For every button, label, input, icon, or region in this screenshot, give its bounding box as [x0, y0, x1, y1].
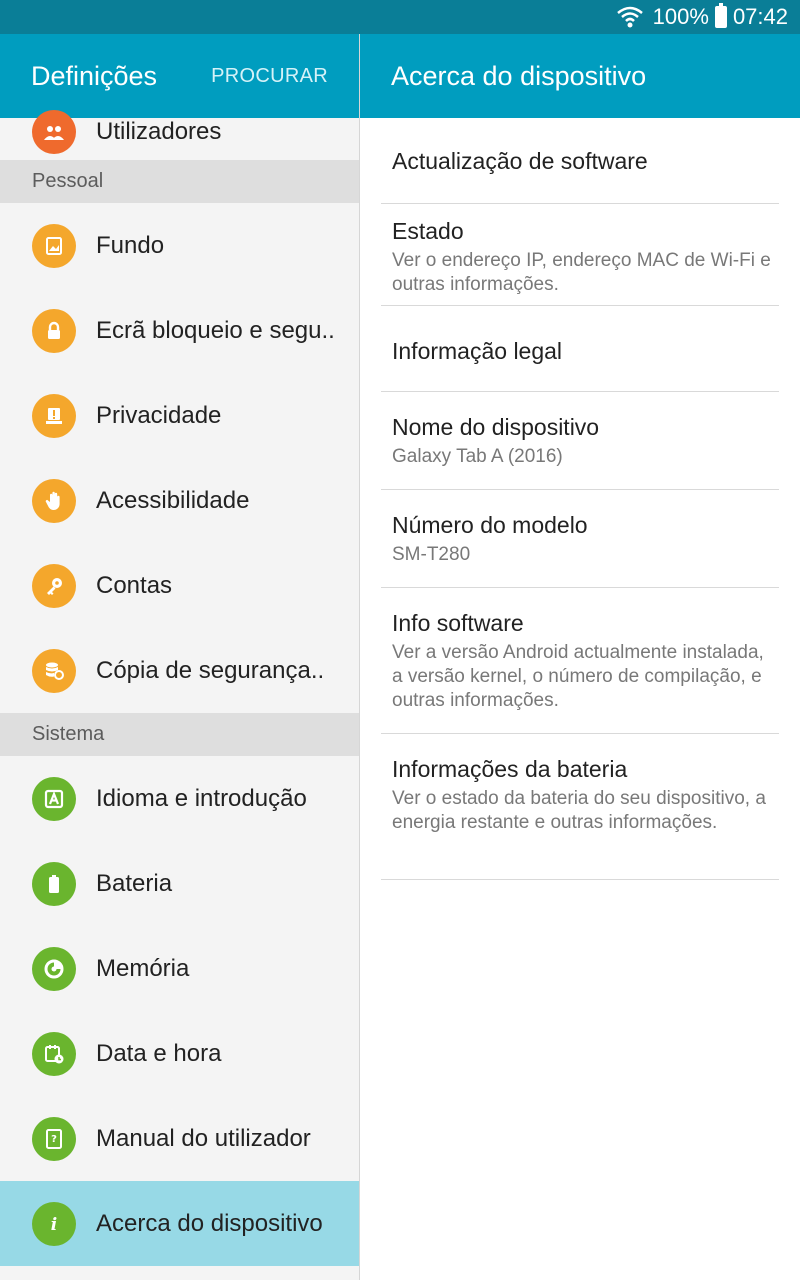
calendar-clock-icon: [32, 1031, 76, 1076]
svg-text:?: ?: [51, 1134, 57, 1145]
row-battery-info[interactable]: Informações da bateria Ver o estado da b…: [381, 734, 779, 880]
menu-label: Memória: [96, 954, 190, 982]
wallpaper-icon: [32, 223, 76, 268]
row-subtitle: SM-T280: [392, 544, 471, 565]
hand-icon: [32, 478, 76, 523]
settings-menu-pane: Definições PROCURAR Utilizadores Pessoal…: [0, 34, 359, 1280]
row-title: Informações da bateria: [392, 756, 628, 782]
menu-label: Ecrã bloqueio e segu..: [96, 316, 335, 344]
battery-status-icon: [714, 3, 727, 28]
users-icon: [32, 110, 76, 154]
menu-label: Privacidade: [96, 401, 222, 429]
menu-label: Utilizadores: [96, 118, 222, 145]
row-subtitle: Ver a versão Android actualmente instala…: [392, 642, 764, 711]
lock-icon: [32, 308, 76, 353]
menu-item-memoria[interactable]: Memória: [0, 926, 359, 1011]
row-subtitle: Ver o endereço IP, endereço MAC de Wi-Fi…: [392, 250, 771, 295]
menu-label: Manual do utilizador: [96, 1124, 311, 1152]
privacy-icon: [32, 393, 76, 438]
section-header-sistema: Sistema: [0, 713, 359, 756]
menu-item-manual[interactable]: ? Manual do utilizador: [0, 1096, 359, 1181]
menu-label: Fundo: [96, 231, 165, 259]
battery-percent: 100%: [652, 4, 709, 29]
menu-label: Acerca do dispositivo: [96, 1209, 323, 1237]
row-estado[interactable]: Estado Ver o endereço IP, endereço MAC d…: [381, 204, 779, 306]
menu-label: Cópia de segurança..: [96, 656, 325, 684]
section-header-pessoal: Pessoal: [0, 160, 359, 203]
row-title: Informação legal: [392, 338, 563, 364]
menu-item-utilizadores[interactable]: Utilizadores: [0, 104, 359, 160]
detail-header: Acerca do dispositivo: [360, 34, 800, 118]
row-subtitle: Ver o estado da bateria do seu dispositi…: [392, 788, 766, 833]
menu-item-acessibilidade[interactable]: Acessibilidade: [0, 458, 359, 543]
language-icon: [32, 776, 76, 821]
row-legal-info[interactable]: Informação legal: [381, 306, 779, 392]
row-model-number[interactable]: Número do modelo SM-T280: [381, 490, 779, 588]
menu-label: Acessibilidade: [96, 486, 250, 514]
menu-item-lock-screen[interactable]: Ecrã bloqueio e segu..: [0, 288, 359, 373]
menu-label: Bateria: [96, 869, 173, 897]
menu-item-bateria[interactable]: Bateria: [0, 841, 359, 926]
row-title: Info software: [392, 610, 524, 636]
search-button[interactable]: PROCURAR: [211, 65, 328, 88]
menu-item-privacidade[interactable]: Privacidade: [0, 373, 359, 458]
row-device-name[interactable]: Nome do dispositivo Galaxy Tab A (2016): [381, 392, 779, 490]
manual-icon: ?: [32, 1116, 76, 1161]
menu-item-contas[interactable]: Contas: [0, 543, 359, 628]
row-title: Nome do dispositivo: [392, 414, 600, 440]
menu-item-idioma[interactable]: Idioma e introdução: [0, 756, 359, 841]
menu-item-fundo[interactable]: Fundo: [0, 203, 359, 288]
clock: 07:42: [732, 4, 788, 29]
backup-icon: [32, 648, 76, 693]
detail-title: Acerca do dispositivo: [391, 60, 647, 91]
settings-menu-list: Utilizadores Pessoal Fundo Ecrã bloqueio…: [0, 104, 359, 1266]
row-software-update[interactable]: Actualização de software: [381, 118, 779, 204]
menu-label: Contas: [96, 571, 173, 599]
row-subtitle: Galaxy Tab A (2016): [392, 446, 563, 467]
menu-item-backup[interactable]: Cópia de segurança..: [0, 628, 359, 713]
wifi-icon: [616, 6, 643, 28]
settings-title: Definições: [31, 60, 158, 91]
battery-icon: [32, 861, 76, 906]
memory-icon: [32, 946, 76, 991]
row-title: Estado: [392, 218, 464, 244]
menu-item-data-hora[interactable]: Data e hora: [0, 1011, 359, 1096]
status-bar: 100% 07:42: [0, 0, 800, 34]
menu-label: Data e hora: [96, 1039, 222, 1067]
info-icon: i: [32, 1201, 76, 1246]
row-title: Actualização de software: [392, 148, 648, 174]
svg-text:i: i: [51, 1215, 57, 1235]
menu-label: Idioma e introdução: [96, 784, 307, 812]
row-software-info[interactable]: Info software Ver a versão Android actua…: [381, 588, 779, 734]
key-icon: [32, 563, 76, 608]
about-list: Actualização de software Estado Ver o en…: [360, 118, 800, 880]
about-device-pane: Acerca do dispositivo Actualização de so…: [360, 34, 800, 1280]
row-title: Número do modelo: [392, 512, 588, 538]
menu-item-acerca-dispositivo[interactable]: i Acerca do dispositivo: [0, 1181, 359, 1266]
